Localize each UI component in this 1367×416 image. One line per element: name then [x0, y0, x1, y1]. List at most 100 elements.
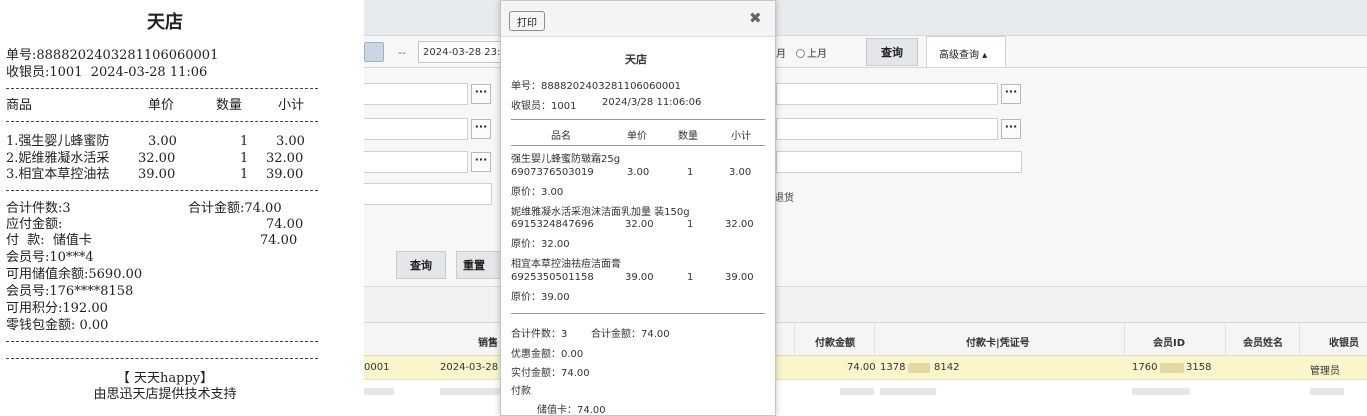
dialog-toolbar: 打印 ✖	[501, 1, 775, 37]
radio-this-month-label[interactable]: 月	[776, 45, 786, 60]
receipt-member-no-2: 会员号:176****8158	[6, 284, 134, 299]
redacted-mask	[908, 363, 930, 373]
col-sales[interactable]: 销售	[478, 334, 498, 349]
cell-order-no: 0001	[364, 362, 390, 373]
receipt-cashier-line: 收银员:1001 2024-03-28 11:06	[6, 65, 208, 80]
col-divider	[794, 323, 795, 357]
end-date-input[interactable]	[418, 41, 508, 63]
receipt-item-name: 1.强生婴儿蜂蜜防	[6, 134, 110, 149]
receipt-header-price: 单价	[148, 98, 175, 113]
receipt-stored-balance: 可用储值余额:5690.00	[6, 267, 143, 282]
col-cashier[interactable]: 收银员	[1329, 334, 1359, 349]
redacted-mask	[364, 388, 394, 395]
dialog-item-price: 3.00	[627, 167, 650, 178]
col-divider	[874, 323, 875, 357]
receipt-pay-label: 付 款: 储值卡	[6, 233, 92, 248]
receipt-pay-value: 74.00	[260, 233, 298, 248]
filter-field-7[interactable]	[776, 151, 1022, 173]
cell-date: 2024-03-28	[440, 362, 499, 373]
receipt-dash-line	[6, 358, 318, 359]
picker-button-5[interactable]: ···	[1001, 84, 1021, 104]
receipt-header-item: 商品	[6, 98, 33, 113]
dialog-item-orig-price: 原价：32.00	[511, 239, 570, 250]
top-query-button[interactable]: 查询	[866, 38, 918, 66]
query-button[interactable]: 查询	[396, 251, 446, 279]
receipt-item-subtotal: 3.00	[276, 134, 305, 149]
receipt-item-name: 2.妮维雅凝水活采	[6, 151, 110, 166]
dialog-item-barcode: 6907376503019	[511, 167, 594, 178]
advanced-divider	[250, 67, 1367, 68]
grid-toolbar	[250, 286, 1367, 322]
receipt-item-qty: 1	[240, 134, 249, 149]
receipt-item-name: 3.相宜本草控油祛	[6, 167, 110, 182]
reset-button[interactable]: 重置	[456, 251, 506, 279]
table-row[interactable]: 0001 2024-03-28 74.00 1378 8142 1760 315…	[250, 356, 1367, 380]
col-member-name[interactable]: 会员姓名	[1243, 334, 1283, 349]
redacted-mask	[1310, 388, 1344, 395]
date-range-separator: --	[398, 46, 406, 59]
receipt-item-price: 32.00	[138, 151, 176, 166]
dialog-header-subtotal: 小计	[731, 131, 751, 142]
receipt-item-subtotal: 32.00	[266, 151, 304, 166]
col-divider	[1124, 323, 1125, 357]
dialog-title: 天店	[625, 53, 647, 66]
close-icon[interactable]: ✖	[749, 9, 762, 27]
picker-button-2[interactable]: ···	[471, 119, 491, 139]
receipt-dash-line	[6, 121, 318, 122]
dialog-item-qty: 1	[687, 167, 694, 178]
col-member-id[interactable]: 会员ID	[1153, 334, 1185, 349]
radio-circle-icon[interactable]	[796, 49, 805, 58]
receipt-item-qty: 1	[240, 151, 249, 166]
dialog-order-no: 单号：8888202403281106060001	[511, 81, 681, 92]
filter-field-6[interactable]	[776, 118, 998, 140]
col-divider	[1299, 323, 1300, 357]
receipt-item-subtotal: 39.00	[266, 167, 304, 182]
dialog-item-barcode: 6915324847696	[511, 219, 594, 230]
dialog-total-amount: 合计金额：74.00	[591, 329, 670, 340]
receipt-dash-line	[6, 88, 318, 89]
dialog-pay-label: 付款	[511, 386, 531, 397]
print-paper: 天店 单号：8888202403281106060001 收银员：1001 20…	[501, 37, 775, 416]
dialog-item-qty: 1	[687, 219, 694, 230]
dialog-item-subtotal: 32.00	[725, 219, 754, 230]
receipt-points: 可用积分:192.00	[6, 301, 108, 316]
picker-button-1[interactable]: ···	[471, 84, 491, 104]
dialog-item-subtotal: 39.00	[725, 272, 754, 283]
filter-field-5[interactable]	[776, 83, 998, 105]
dialog-rule	[511, 313, 765, 314]
receipt-total-count: 合计件数:3	[6, 201, 71, 216]
calendar-icon[interactable]	[364, 42, 384, 62]
receipt-header-subtotal: 小计	[278, 98, 305, 113]
receipt-footer-support: 由思迅天店提供技术支持	[93, 387, 237, 402]
col-pay-amount[interactable]: 付款金额	[815, 334, 855, 349]
dialog-rule	[511, 119, 765, 120]
cell-card-head: 1378	[880, 362, 906, 373]
cell-card-tail: 8142	[934, 362, 960, 373]
dialog-header-price: 单价	[627, 131, 647, 142]
receipt-item-qty: 1	[240, 167, 249, 182]
print-button[interactable]: 打印	[509, 11, 545, 31]
picker-button-3[interactable]: ···	[471, 152, 491, 172]
dialog-header-name: 品名	[551, 131, 571, 142]
dialog-item-name: 妮维雅凝水活采泡沫洁面乳加量 装150g	[511, 207, 690, 218]
receipt-title: 天店	[147, 12, 183, 33]
radio-last-month[interactable]: 上月	[796, 45, 827, 60]
table-row[interactable]	[250, 380, 1367, 416]
dialog-total-count: 合计件数：3	[511, 329, 568, 340]
grid-header: 销售 付款金额 付款卡|凭证号 会员ID 会员姓名 收银员	[250, 322, 1367, 357]
cell-member-tail: 3158	[1186, 362, 1212, 373]
col-divider	[1225, 323, 1226, 357]
receipt-order-no: 单号:8888202403281106060001	[6, 48, 219, 63]
receipt-item-price: 3.00	[148, 134, 177, 149]
redacted-mask	[880, 388, 936, 395]
dialog-paid: 实付金额：74.00	[511, 368, 590, 379]
picker-button-6[interactable]: ···	[1001, 119, 1021, 139]
dialog-item-orig-price: 原价：39.00	[511, 292, 570, 303]
dialog-item-subtotal: 3.00	[729, 167, 752, 178]
return-goods-label: 退货	[774, 193, 794, 204]
receipt-item-price: 39.00	[138, 167, 176, 182]
dialog-item-qty: 1	[687, 272, 694, 283]
cell-member-head: 1760	[1132, 362, 1158, 373]
advanced-query-tab[interactable]: 高级查询 ▴	[926, 36, 1006, 68]
col-card-voucher[interactable]: 付款卡|凭证号	[966, 334, 1030, 349]
